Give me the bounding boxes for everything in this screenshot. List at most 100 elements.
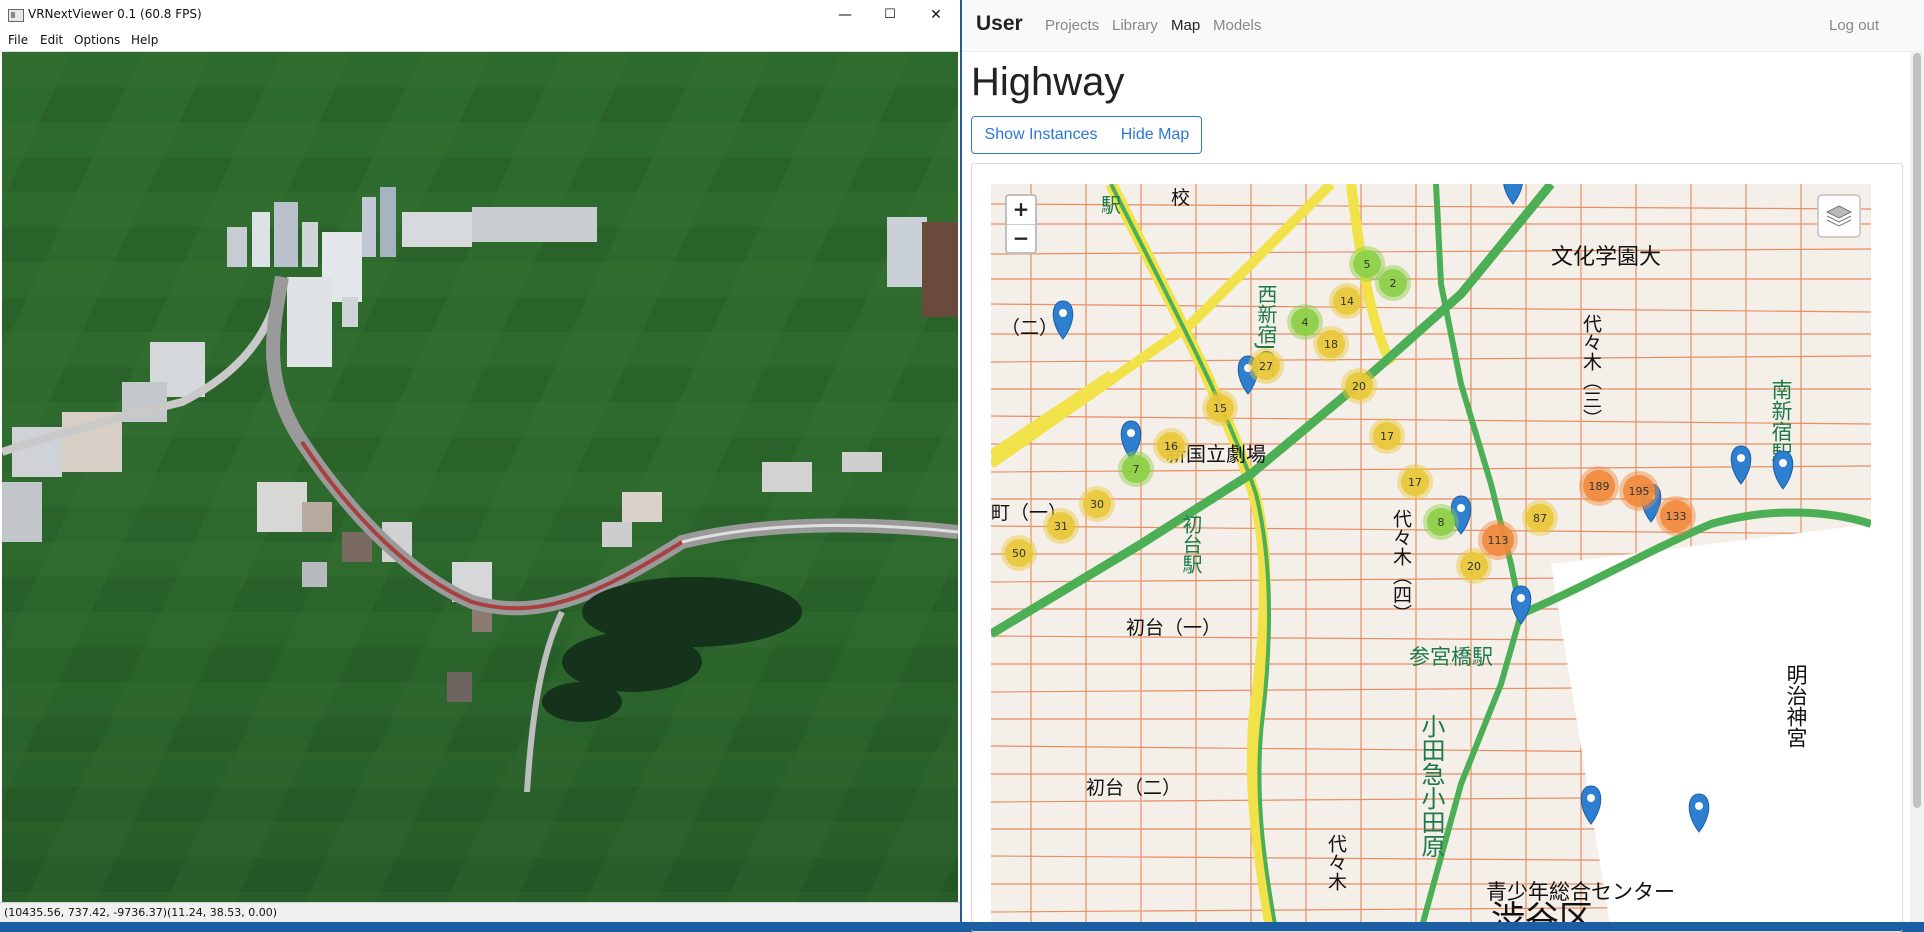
map-marker-pin[interactable]: [1503, 184, 1523, 205]
marker-cluster[interactable]: 50: [1001, 535, 1037, 571]
marker-cluster[interactable]: 20: [1456, 548, 1492, 584]
cluster-count: 20: [1467, 560, 1481, 573]
cluster-count: 113: [1488, 534, 1509, 547]
logout-link[interactable]: Log out: [1829, 17, 1879, 34]
zoom-in-button[interactable]: +: [1007, 196, 1035, 225]
nav-models[interactable]: Models: [1213, 17, 1261, 34]
map-label-hatsudai-station: 初台駅: [1179, 514, 1203, 575]
cluster-count: 18: [1324, 338, 1338, 351]
map-label-odakyu-line: 小田急小田原: [1417, 714, 1445, 858]
marker-cluster[interactable]: 27: [1248, 348, 1284, 384]
menu-edit[interactable]: Edit: [40, 33, 63, 47]
app-icon: [8, 9, 24, 22]
marker-cluster[interactable]: 17: [1397, 464, 1433, 500]
page-scrollbar[interactable]: [1910, 51, 1924, 930]
marker-cluster[interactable]: 2: [1375, 265, 1411, 301]
3d-scene-viewport[interactable]: [2, 52, 958, 902]
cluster-count: 14: [1340, 295, 1354, 308]
marker-cluster[interactable]: 18: [1313, 326, 1349, 362]
taskbar-edge: [0, 922, 1924, 930]
marker-cluster[interactable]: 133: [1656, 496, 1696, 536]
cluster-count: 30: [1090, 498, 1104, 511]
hide-map-button[interactable]: Hide Map: [1109, 116, 1202, 154]
cluster-count: 17: [1408, 476, 1422, 489]
marker-cluster[interactable]: 16: [1153, 428, 1189, 464]
map-marker-pin[interactable]: [1730, 445, 1752, 485]
map-label-yoyogi-4: 代々木（四）: [1390, 509, 1412, 623]
marker-cluster[interactable]: 30: [1079, 486, 1115, 522]
marker-cluster[interactable]: 87: [1522, 500, 1558, 536]
map-marker-dot: [1695, 802, 1703, 810]
statusbar: (10435.56, 737.42, -9736.37)(11.24, 38.5…: [0, 902, 960, 923]
map-marker-pin[interactable]: [1772, 450, 1794, 490]
menu-options[interactable]: Options: [74, 33, 120, 47]
map-view[interactable]: 文化学園大 西新宿JCT 新国立劇場 初台駅 初台（一） 初台（二） 代々木（三…: [991, 184, 1871, 930]
viewer-window: VRNextViewer 0.1 (60.8 FPS) — ☐ ✕ File E…: [0, 0, 961, 930]
map-label-meiji-jingu: 明治神宮: [1784, 664, 1808, 748]
maximize-icon[interactable]: ☐: [868, 0, 912, 30]
zoom-out-button[interactable]: −: [1007, 225, 1035, 253]
cluster-count: 4: [1302, 316, 1309, 329]
cluster-count: 8: [1438, 516, 1445, 529]
map-label-yoyogi-3: 代々木（三）: [1580, 314, 1602, 428]
cluster-count: 20: [1352, 380, 1366, 393]
menu-help[interactable]: Help: [131, 33, 158, 47]
show-instances-button[interactable]: Show Instances: [971, 116, 1111, 154]
map-marker-dot: [1779, 459, 1787, 467]
viewer-titlebar[interactable]: VRNextViewer 0.1 (60.8 FPS) — ☐ ✕: [0, 0, 960, 31]
nav-library[interactable]: Library: [1112, 17, 1158, 34]
map-canvas[interactable]: 文化学園大 西新宿JCT 新国立劇場 初台駅 初台（一） 初台（二） 代々木（三…: [991, 184, 1871, 930]
map-marker-dot: [1737, 454, 1745, 462]
marker-cluster[interactable]: 17: [1369, 418, 1405, 454]
scrollbar-thumb[interactable]: [1913, 53, 1921, 808]
web-page: User Projects Library Map Models Log out…: [962, 0, 1924, 932]
map-marker-dot: [1457, 504, 1465, 512]
map-label-hatsudai-1: 初台（一）: [1126, 617, 1221, 639]
page-title: Highway: [971, 60, 1125, 104]
map-marker-dot: [1127, 429, 1135, 437]
cluster-count: 17: [1380, 430, 1394, 443]
map-marker-dot: [1517, 594, 1525, 602]
cluster-count: 50: [1012, 547, 1026, 560]
marker-cluster[interactable]: 8: [1423, 504, 1459, 540]
cluster-count: 15: [1213, 402, 1227, 415]
map-label-bunka-gakuen: 文化学園大: [1551, 245, 1661, 270]
marker-cluster[interactable]: 195: [1619, 471, 1659, 511]
cluster-count: 27: [1259, 360, 1273, 373]
marker-cluster[interactable]: 189: [1579, 466, 1619, 506]
map-label-yoyogi: 代々木: [1325, 834, 1347, 891]
map-marker-dot: [1059, 309, 1067, 317]
map-label-hatsudai-2: 初台（二）: [1086, 777, 1181, 799]
brand-user[interactable]: User: [976, 12, 1023, 36]
cluster-count: 16: [1164, 440, 1178, 453]
marker-cluster[interactable]: 31: [1043, 508, 1079, 544]
menubar: File Edit Options Help: [0, 30, 960, 52]
cluster-count: 195: [1629, 485, 1650, 498]
cluster-count: 189: [1589, 480, 1610, 493]
map-label-station: 駅: [1101, 193, 1121, 217]
cluster-count: 133: [1666, 510, 1687, 523]
cluster-count: 31: [1054, 520, 1068, 533]
marker-cluster[interactable]: 7: [1118, 451, 1154, 487]
navbar: User Projects Library Map Models Log out: [962, 0, 1924, 52]
map-label-paren-2: （二）: [1001, 317, 1058, 339]
map-marker-dot: [1587, 794, 1595, 802]
marker-cluster[interactable]: 15: [1202, 390, 1238, 426]
viewer-title: VRNextViewer 0.1 (60.8 FPS): [28, 7, 202, 21]
map-label-school: 校: [1171, 187, 1190, 209]
menu-file[interactable]: File: [8, 33, 28, 47]
layers-control[interactable]: [1817, 194, 1861, 238]
minimize-icon[interactable]: —: [823, 0, 867, 30]
zoom-control: + −: [1005, 194, 1037, 254]
close-icon[interactable]: ✕: [914, 0, 958, 30]
nav-map[interactable]: Map: [1171, 17, 1200, 34]
marker-cluster[interactable]: 20: [1341, 368, 1377, 404]
cluster-count: 5: [1364, 258, 1371, 271]
marker-cluster[interactable]: 14: [1329, 283, 1365, 319]
nav-projects[interactable]: Projects: [1045, 17, 1099, 34]
map-marker-pin[interactable]: [1510, 585, 1532, 625]
meiji-shrine-area: [1551, 524, 1871, 930]
map-label-sangubashi-station: 参宮橋駅: [1409, 645, 1493, 669]
camera-coordinates: (10435.56, 737.42, -9736.37)(11.24, 38.5…: [4, 906, 278, 919]
layers-icon: [1825, 205, 1853, 227]
